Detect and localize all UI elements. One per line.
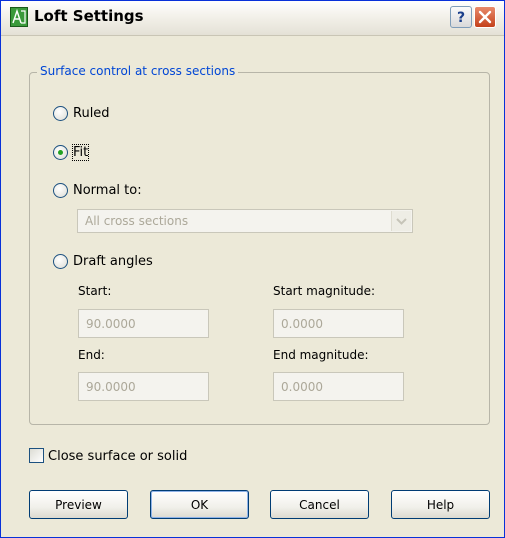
title-bar: Loft Settings ? <box>1 1 504 36</box>
draft-angles-label: Draft angles <box>73 254 153 269</box>
start-magnitude-label: Start magnitude: <box>273 284 376 298</box>
ok-button[interactable]: OK <box>150 490 249 519</box>
help-icon: ? <box>457 10 465 26</box>
end-magnitude-label: End magnitude: <box>273 348 369 362</box>
preview-button[interactable]: Preview <box>29 490 128 519</box>
end-value: 90.0000 <box>86 380 136 394</box>
close-surface-checkbox[interactable] <box>29 448 44 463</box>
combo-arrow-button[interactable] <box>391 211 411 231</box>
help-button[interactable]: Help <box>391 490 490 519</box>
radio-button[interactable] <box>53 254 68 269</box>
start-magnitude-field[interactable]: 0.0000 <box>273 309 404 338</box>
start-field[interactable]: 90.0000 <box>78 309 209 338</box>
loft-settings-dialog: Loft Settings ? Surface control at cross… <box>0 0 505 538</box>
close-surface-label: Close surface or solid <box>48 449 188 464</box>
title-help-button[interactable]: ? <box>450 6 472 28</box>
cancel-button[interactable]: Cancel <box>270 490 369 519</box>
radio-selected-dot <box>58 150 63 155</box>
radio-button[interactable] <box>53 145 68 160</box>
end-field[interactable]: 90.0000 <box>78 372 209 401</box>
close-icon <box>478 10 492 24</box>
svg-text:?: ? <box>457 10 465 26</box>
title-close-button[interactable] <box>474 6 496 28</box>
chevron-down-icon <box>396 218 407 225</box>
ruled-label: Ruled <box>73 106 110 121</box>
group-legend: Surface control at cross sections <box>37 64 239 78</box>
normal-to-combo[interactable]: All cross sections <box>77 209 413 233</box>
fit-label: Fit <box>71 144 90 161</box>
start-magnitude-value: 0.0000 <box>281 317 323 331</box>
dialog-title: Loft Settings <box>34 7 144 25</box>
loft-icon <box>10 7 28 27</box>
end-magnitude-value: 0.0000 <box>281 380 323 394</box>
start-label: Start: <box>78 284 112 298</box>
combo-value: All cross sections <box>85 214 189 228</box>
end-label: End: <box>78 348 105 362</box>
radio-button[interactable] <box>53 183 68 198</box>
end-magnitude-field[interactable]: 0.0000 <box>273 372 404 401</box>
normal-to-label: Normal to: <box>73 183 142 198</box>
radio-button[interactable] <box>53 106 68 121</box>
start-value: 90.0000 <box>86 317 136 331</box>
